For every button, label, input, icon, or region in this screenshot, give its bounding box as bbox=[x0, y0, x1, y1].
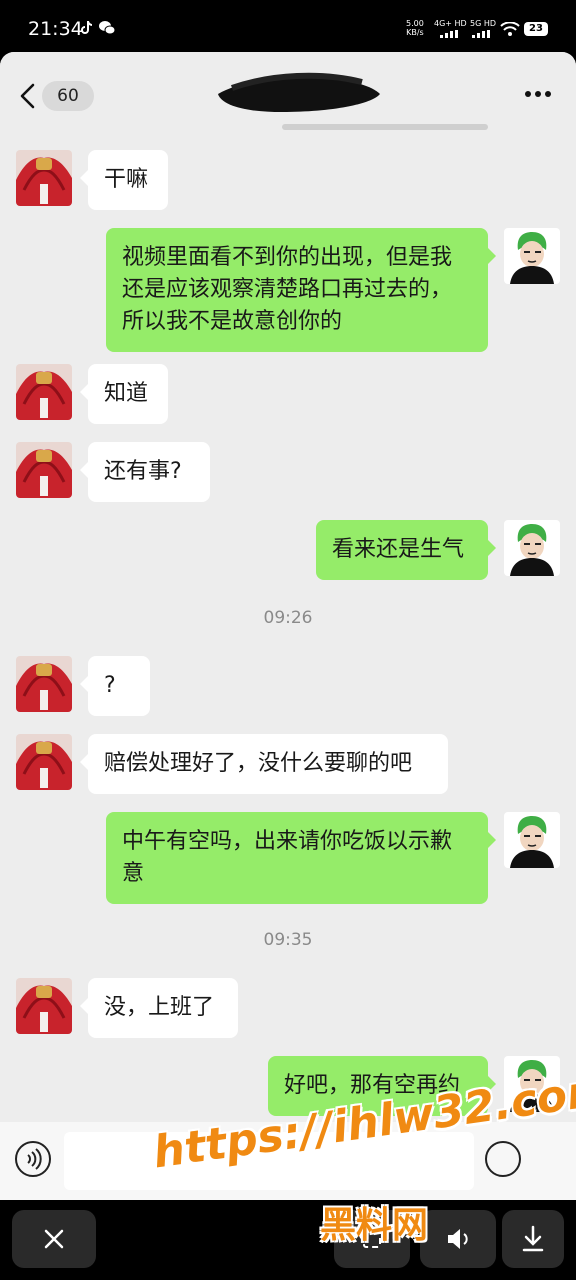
back-icon[interactable] bbox=[18, 82, 38, 110]
message-bubble[interactable]: 视频里面看不到你的出现，但是我还是应该观察清楚路口再过去的，所以我不是故意创你的 bbox=[106, 228, 496, 352]
signal-1-icon bbox=[440, 30, 458, 38]
self-avatar[interactable] bbox=[504, 812, 560, 868]
rotate-icon bbox=[363, 1230, 381, 1248]
input-bar bbox=[0, 1122, 576, 1200]
message-bubble[interactable]: 赔偿处理好了，没什么要聊的吧 bbox=[80, 734, 448, 794]
scroll-indicator bbox=[282, 124, 488, 130]
message-bubble[interactable]: 还有事? bbox=[80, 442, 210, 502]
self-avatar[interactable] bbox=[504, 520, 560, 576]
speaker-icon bbox=[448, 1229, 468, 1249]
contact-avatar[interactable] bbox=[16, 656, 72, 712]
net-speed: 5.00 KB/s bbox=[406, 19, 424, 37]
status-time: 21:34 bbox=[28, 18, 83, 40]
message-bubble[interactable]: 干嘛 bbox=[80, 150, 168, 210]
download-icon bbox=[522, 1225, 544, 1252]
contact-avatar[interactable] bbox=[16, 442, 72, 498]
wifi-icon bbox=[500, 22, 520, 36]
tiktok-icon bbox=[81, 20, 93, 34]
chat-header: 60 bbox=[0, 52, 576, 138]
signal-2-label: 5G HD bbox=[470, 19, 497, 28]
download-button[interactable] bbox=[502, 1210, 564, 1268]
close-button[interactable] bbox=[12, 1210, 96, 1268]
message-input[interactable] bbox=[64, 1132, 474, 1190]
message-bubble[interactable]: 看来还是生气 bbox=[316, 520, 496, 580]
message-bubble[interactable]: 知道 bbox=[80, 364, 168, 424]
contact-avatar[interactable] bbox=[16, 978, 72, 1034]
more-icon[interactable] bbox=[524, 90, 552, 98]
message-bubble[interactable]: ? bbox=[80, 656, 150, 716]
close-icon bbox=[44, 1229, 64, 1249]
self-avatar[interactable] bbox=[504, 1056, 560, 1112]
contact-avatar[interactable] bbox=[16, 364, 72, 420]
signal-2-icon bbox=[472, 30, 490, 38]
contact-avatar[interactable] bbox=[16, 734, 72, 790]
message-bubble[interactable]: 没，上班了 bbox=[80, 978, 238, 1038]
battery-indicator: 23 bbox=[524, 22, 548, 36]
message-timestamp: 09:26 bbox=[263, 608, 313, 628]
voice-icon[interactable] bbox=[14, 1140, 52, 1178]
status-bar: 21:34 5.00 KB/s 4G+ HD 5G HD 23 bbox=[0, 0, 576, 52]
net-speed-value: 5.00 bbox=[406, 19, 424, 28]
self-avatar[interactable] bbox=[504, 228, 560, 284]
signal-1-label: 4G+ HD bbox=[434, 19, 467, 28]
message-bubble[interactable]: 好吧，那有空再约 bbox=[268, 1056, 496, 1116]
unread-count-badge[interactable]: 60 bbox=[42, 81, 94, 111]
chat-window: 60 干嘛视频里面看不到你的出现，但是我还是应该观察清楚路口再过去的，所以我不是… bbox=[0, 52, 576, 1200]
speaker-button[interactable] bbox=[420, 1210, 496, 1268]
redacted-contact-name bbox=[218, 72, 380, 112]
wechat-icon bbox=[99, 21, 116, 35]
message-bubble[interactable]: 中午有空吗，出来请你吃饭以示歉意 bbox=[106, 812, 496, 904]
message-timestamp: 09:35 bbox=[263, 930, 313, 950]
rotate-button[interactable] bbox=[334, 1210, 410, 1268]
contact-avatar[interactable] bbox=[16, 150, 72, 206]
emoji-icon[interactable] bbox=[484, 1140, 522, 1178]
net-speed-unit: KB/s bbox=[406, 28, 424, 37]
bottom-action-bar bbox=[0, 1200, 576, 1280]
